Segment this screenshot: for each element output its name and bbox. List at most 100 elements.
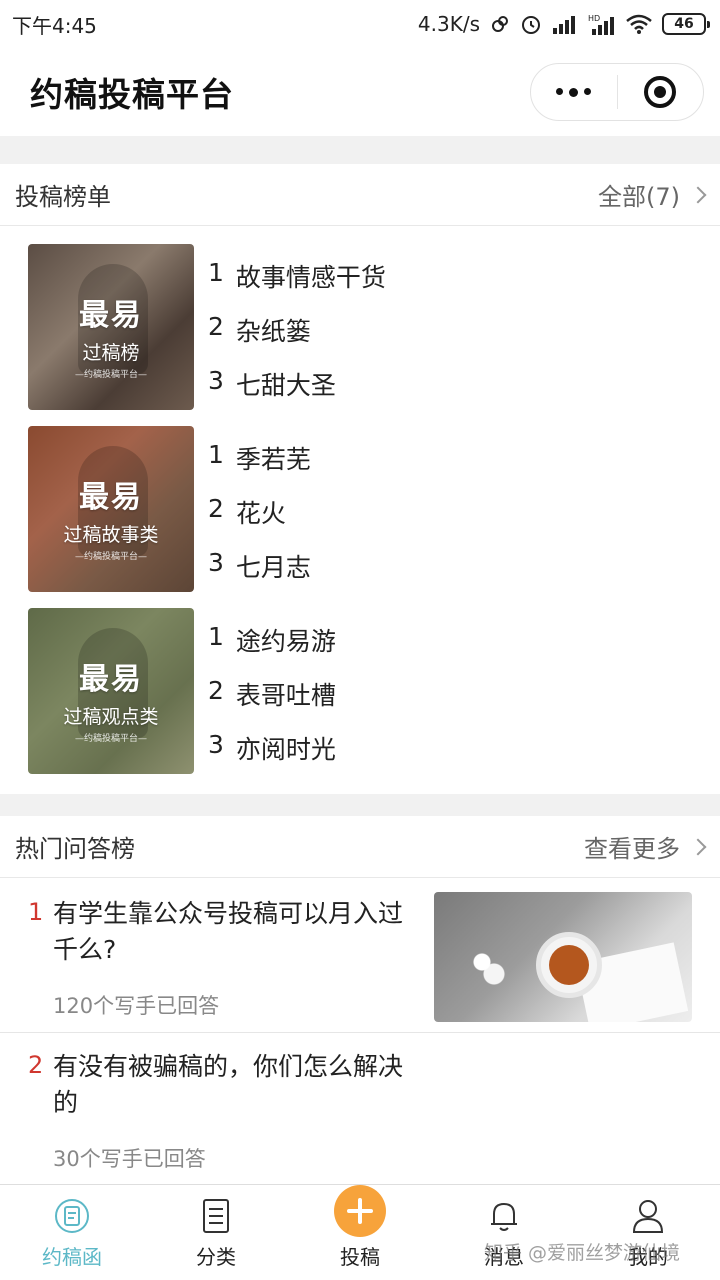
tab-label: 消息 bbox=[484, 1245, 524, 1269]
list-icon bbox=[198, 1197, 234, 1235]
ranking-header: 投稿榜单 全部(7) bbox=[0, 164, 720, 226]
rank-number: 2 bbox=[208, 312, 224, 341]
list-item[interactable]: 3 七甜大圣 bbox=[208, 366, 386, 402]
cover-subtitle: 过稿故事类 bbox=[63, 523, 159, 546]
rank-name: 亦阅时光 bbox=[235, 735, 336, 764]
qa-question: 有学生靠公众号投稿可以月入过千么? bbox=[53, 899, 404, 964]
list-item[interactable]: 3 亦阅时光 bbox=[208, 730, 336, 766]
rank-name: 杂纸篓 bbox=[235, 317, 311, 346]
board-cover-image: 最易 过稿故事类 —约稿投稿平台— bbox=[28, 426, 194, 592]
section-gap bbox=[0, 136, 720, 164]
list-item[interactable]: 3 七月志 bbox=[208, 548, 311, 584]
ranking-all-link[interactable]: 全部(7) bbox=[598, 177, 707, 212]
letter-icon bbox=[54, 1197, 90, 1235]
qa-rank: 1 bbox=[28, 898, 44, 926]
rank-number: 1 bbox=[208, 622, 224, 651]
cover-subtitle: 过稿榜 bbox=[82, 341, 140, 364]
section-gap bbox=[0, 794, 720, 816]
tab-submit[interactable]: 投稿 bbox=[288, 1185, 432, 1280]
bell-icon bbox=[486, 1197, 522, 1235]
qa-answer-count: 120个写手已回答 bbox=[53, 994, 220, 1018]
cover-title: 最易 bbox=[79, 479, 143, 515]
cover-subtitle: 过稿观点类 bbox=[63, 705, 159, 728]
list-item[interactable]: 2 杂纸篓 bbox=[208, 312, 386, 348]
board-list: 1 故事情感干货 2 杂纸篓 3 七甜大圣 bbox=[194, 244, 386, 410]
qa-header: 热门问答榜 查看更多 bbox=[0, 816, 720, 878]
rank-name: 七月志 bbox=[235, 553, 311, 582]
chevron-right-icon bbox=[689, 186, 707, 203]
board-list: 1 季若芜 2 花火 3 七月志 bbox=[194, 426, 311, 592]
signal-hd-icon: HD bbox=[588, 13, 616, 35]
board-cover-image: 最易 过稿榜 —约稿投稿平台— bbox=[28, 244, 194, 410]
ranking-title: 投稿榜单 bbox=[15, 183, 111, 211]
list-item[interactable]: 1 途约易游 bbox=[208, 622, 336, 658]
close-miniprogram-button[interactable] bbox=[618, 64, 704, 120]
more-button[interactable] bbox=[531, 64, 617, 120]
qa-list-item[interactable]: 1 有学生靠公众号投稿可以月入过千么? 120个写手已回答 bbox=[0, 880, 720, 1032]
qa-more-label: 查看更多 bbox=[584, 835, 680, 863]
target-icon bbox=[644, 76, 677, 108]
list-item[interactable]: 1 季若芜 bbox=[208, 440, 311, 476]
rank-name: 故事情感干货 bbox=[235, 263, 386, 292]
cover-title: 最易 bbox=[79, 297, 143, 333]
svg-text:HD: HD bbox=[588, 14, 600, 23]
cover-caption: —约稿投稿平台— bbox=[74, 734, 147, 744]
rank-name: 季若芜 bbox=[235, 445, 311, 474]
alarm-icon bbox=[520, 13, 542, 35]
rank-number: 3 bbox=[208, 548, 224, 577]
user-icon bbox=[630, 1197, 666, 1235]
battery-indicator: 46 bbox=[662, 13, 710, 35]
rank-number: 2 bbox=[208, 494, 224, 523]
chevron-right-icon bbox=[689, 838, 707, 855]
ranking-board[interactable]: 最易 过稿故事类 —约稿投稿平台— 1 季若芜 2 花火 3 七月志 bbox=[28, 426, 688, 592]
qa-title: 热门问答榜 bbox=[15, 835, 135, 863]
ranking-board[interactable]: 最易 过稿观点类 —约稿投稿平台— 1 途约易游 2 表哥吐槽 3 亦阅时光 bbox=[28, 608, 688, 774]
rank-name: 花火 bbox=[235, 499, 286, 528]
qa-question: 有没有被骗稿的，你们怎么解决的 bbox=[53, 1052, 404, 1117]
rank-name: 七甜大圣 bbox=[235, 371, 336, 400]
rank-number: 3 bbox=[208, 730, 224, 759]
tab-category[interactable]: 分类 bbox=[144, 1185, 288, 1280]
tab-label: 约稿函 bbox=[42, 1245, 102, 1269]
page-title: 约稿投稿平台 bbox=[30, 75, 234, 114]
tab-label: 分类 bbox=[196, 1245, 236, 1269]
network-speed: 4.3K/s bbox=[417, 12, 480, 36]
qa-more-link[interactable]: 查看更多 bbox=[584, 829, 707, 864]
tab-label: 我的 bbox=[628, 1245, 668, 1269]
tab-profile[interactable]: 我的 bbox=[576, 1185, 720, 1280]
rank-name: 途约易游 bbox=[235, 627, 336, 656]
board-list: 1 途约易游 2 表哥吐槽 3 亦阅时光 bbox=[194, 608, 336, 774]
signal-icon bbox=[552, 14, 578, 34]
rank-number: 1 bbox=[208, 440, 224, 469]
bottom-tab-bar: 约稿函 分类 投稿 消息 我的 bbox=[0, 1184, 720, 1280]
list-item[interactable]: 2 表哥吐槽 bbox=[208, 676, 336, 712]
rank-number: 1 bbox=[208, 258, 224, 287]
status-time: 下午4:45 bbox=[12, 13, 97, 38]
status-bar: 下午4:45 4.3K/s HD 46 bbox=[0, 0, 720, 48]
link-icon bbox=[490, 14, 510, 34]
ranking-board[interactable]: 最易 过稿榜 —约稿投稿平台— 1 故事情感干货 2 杂纸篓 3 七甜大圣 bbox=[28, 244, 688, 410]
title-bar: 约稿投稿平台 bbox=[0, 48, 720, 136]
cover-caption: —约稿投稿平台— bbox=[74, 552, 147, 562]
board-cover-image: 最易 过稿观点类 —约稿投稿平台— bbox=[28, 608, 194, 774]
wifi-icon bbox=[626, 14, 652, 34]
rank-name: 表哥吐槽 bbox=[235, 681, 336, 710]
qa-thumbnail bbox=[434, 892, 692, 1022]
qa-list-item[interactable]: 2 有没有被骗稿的，你们怎么解决的 30个写手已回答 bbox=[0, 1033, 720, 1183]
rank-number: 2 bbox=[208, 676, 224, 705]
ranking-all-label: 全部(7) bbox=[598, 183, 680, 211]
miniprogram-capsule bbox=[530, 63, 704, 121]
status-indicators: 4.3K/s HD 46 bbox=[417, 12, 710, 36]
qa-answer-count: 30个写手已回答 bbox=[53, 1147, 206, 1171]
qa-rank: 2 bbox=[28, 1051, 44, 1079]
tab-home[interactable]: 约稿函 bbox=[0, 1185, 144, 1280]
cover-caption: —约稿投稿平台— bbox=[74, 370, 147, 380]
list-item[interactable]: 1 故事情感干货 bbox=[208, 258, 386, 294]
tab-label: 投稿 bbox=[340, 1245, 380, 1269]
cover-title: 最易 bbox=[79, 661, 143, 697]
more-dots-icon bbox=[556, 87, 592, 97]
plus-icon bbox=[334, 1185, 386, 1237]
tab-messages[interactable]: 消息 bbox=[432, 1185, 576, 1280]
list-item[interactable]: 2 花火 bbox=[208, 494, 311, 530]
rank-number: 3 bbox=[208, 366, 224, 395]
